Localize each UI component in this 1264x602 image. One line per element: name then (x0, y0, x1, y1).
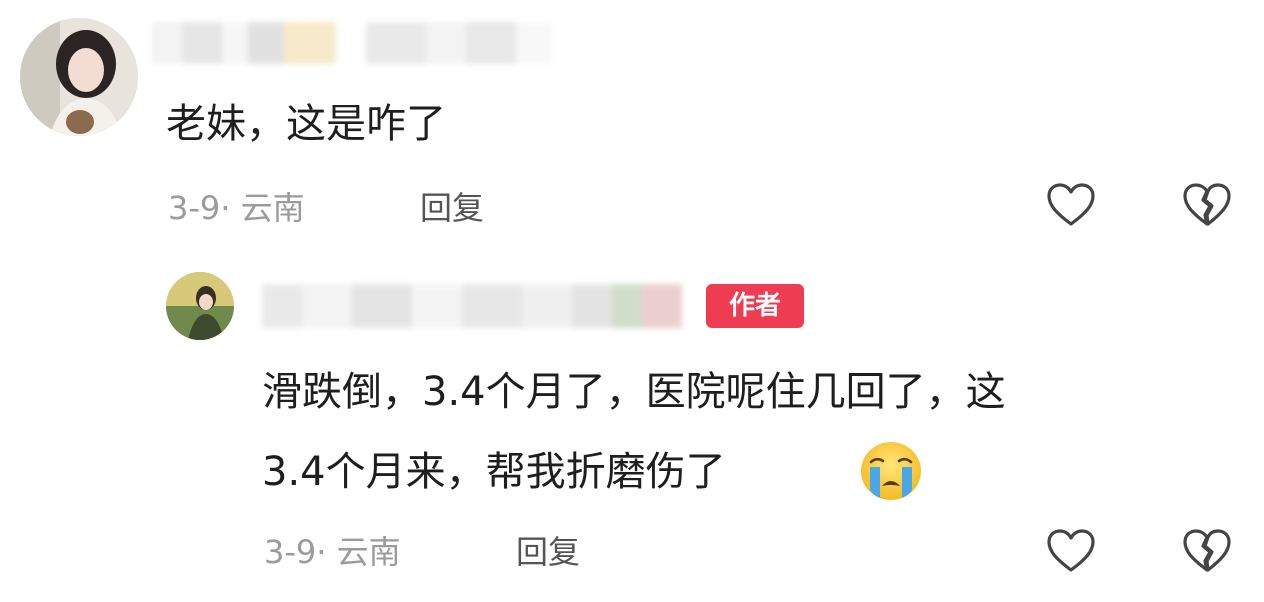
reply-button[interactable]: 回复 (516, 532, 580, 572)
comment-date: 3-9 (168, 189, 221, 227)
username-blurred[interactable] (152, 22, 552, 64)
reply-text-line2: 3.4个月来，帮我折磨伤了 (262, 449, 726, 495)
reply-location: 云南 (336, 533, 401, 571)
comment-meta: 3-9· 云南 (168, 188, 305, 228)
meta-separator: · (220, 189, 241, 227)
avatar-image (20, 18, 138, 136)
comment-text: 老妹，这是咋了 (166, 101, 446, 147)
reply-date: 3-9 (264, 533, 317, 571)
author-avatar[interactable] (166, 272, 234, 340)
avatar[interactable] (20, 18, 138, 136)
author-badge: 作者 (706, 284, 804, 328)
heart-outline-icon[interactable] (1046, 528, 1096, 574)
meta-separator: · (316, 533, 337, 571)
reply-meta: 3-9· 云南 (264, 532, 401, 572)
reply-text-line1: 滑跌倒，3.4个月了，医院呢住几回了，这 (262, 369, 1006, 415)
reply-button[interactable]: 回复 (420, 188, 484, 228)
broken-heart-icon[interactable] (1182, 182, 1232, 228)
author-avatar-image (166, 272, 234, 340)
broken-heart-icon[interactable] (1182, 528, 1232, 574)
comment-location: 云南 (240, 189, 305, 227)
heart-outline-icon[interactable] (1046, 182, 1096, 228)
author-username-blurred[interactable] (262, 284, 682, 328)
crying-face-icon (858, 440, 924, 502)
